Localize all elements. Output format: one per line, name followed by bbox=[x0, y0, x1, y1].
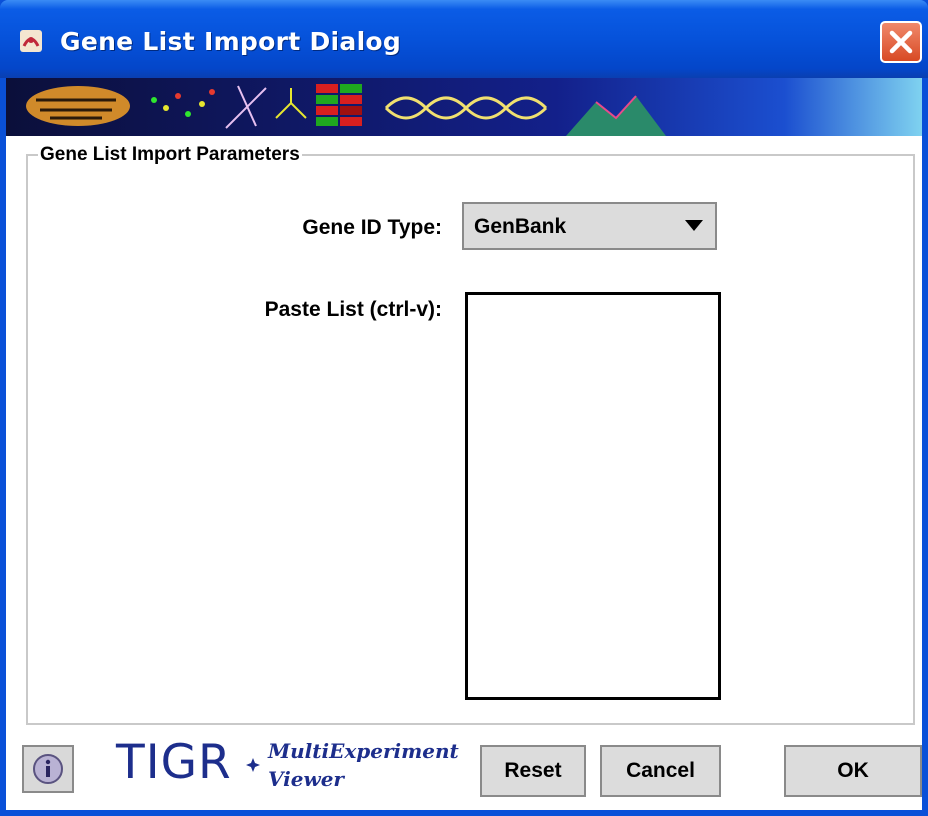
close-button[interactable] bbox=[880, 21, 922, 63]
ok-button[interactable]: OK bbox=[784, 745, 922, 797]
info-button[interactable] bbox=[22, 745, 74, 793]
info-icon bbox=[33, 754, 63, 784]
reset-button[interactable]: Reset bbox=[480, 745, 586, 797]
footer-bar: TIGR MultiExperiment Viewer Reset Cancel… bbox=[6, 731, 922, 810]
paste-list-textarea[interactable] bbox=[465, 292, 721, 700]
tigr-app-icon bbox=[20, 30, 42, 52]
gene-id-type-value: GenBank bbox=[474, 215, 567, 238]
tigr-logo: TIGR bbox=[116, 735, 232, 790]
gene-id-type-select[interactable]: GenBank bbox=[462, 202, 717, 250]
dropdown-arrow-icon bbox=[685, 220, 703, 231]
group-title: Gene List Import Parameters bbox=[38, 144, 302, 166]
logo-subtitle-line2: Viewer bbox=[268, 767, 344, 791]
banner-image bbox=[6, 78, 922, 136]
window-title: Gene List Import Dialog bbox=[60, 27, 402, 56]
cancel-button[interactable]: Cancel bbox=[600, 745, 721, 797]
title-bar[interactable]: Gene List Import Dialog bbox=[0, 0, 928, 78]
close-icon bbox=[889, 30, 913, 54]
parameters-group: Gene List Import Parameters Gene ID Type… bbox=[26, 144, 922, 804]
logo-star-icon bbox=[246, 758, 260, 772]
gene-id-type-label: Gene ID Type: bbox=[302, 216, 442, 239]
logo-subtitle-line1: MultiExperiment bbox=[268, 739, 459, 763]
dialog-window: Gene List Import Dialog Gene List Import… bbox=[0, 0, 928, 816]
dialog-content: Gene List Import Parameters Gene ID Type… bbox=[6, 78, 922, 810]
paste-list-label: Paste List (ctrl-v): bbox=[264, 298, 442, 321]
